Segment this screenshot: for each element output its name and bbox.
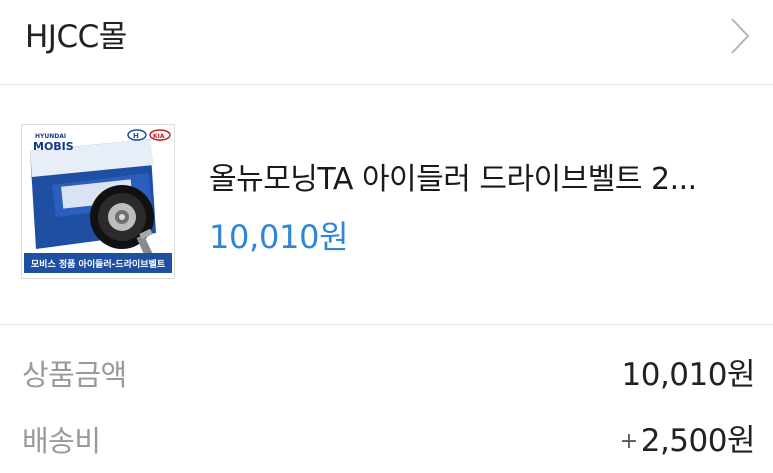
chevron-right-icon[interactable]: [729, 17, 751, 55]
shipping-label: 배송비: [22, 424, 101, 458]
summary-row-shipping: 배송비 +2,500원: [0, 413, 773, 473]
svg-text:H: H: [133, 132, 139, 140]
thumbnail-brand: MOBIS: [33, 140, 74, 153]
product-item[interactable]: HYUNDAI MOBIS H KIA 모비스 정품 아이들러-드라이브벨트 올…: [0, 85, 773, 325]
store-header[interactable]: HJCC몰: [0, 0, 773, 85]
subtotal-label: 상품금액: [22, 358, 127, 392]
subtotal-value: 10,010원: [619, 355, 756, 396]
thumbnail-brand-top: HYUNDAI: [35, 133, 66, 140]
product-thumbnail[interactable]: HYUNDAI MOBIS H KIA 모비스 정품 아이들러-드라이브벨트: [21, 124, 175, 279]
product-title[interactable]: 올뉴모닝TA 아이들러 드라이브벨트 2...: [209, 160, 754, 200]
summary-row-subtotal: 상품금액 10,010원: [0, 347, 773, 407]
shipping-amount: 2,500원: [640, 423, 756, 459]
shipping-prefix: +: [619, 429, 638, 454]
subtotal-amount: 10,010원: [621, 357, 756, 393]
product-price: 10,010원: [209, 218, 349, 256]
svg-text:KIA: KIA: [153, 133, 165, 140]
thumbnail-caption: 모비스 정품 아이들러-드라이브벨트: [31, 258, 166, 270]
product-image: HYUNDAI MOBIS H KIA 모비스 정품 아이들러-드라이브벨트: [22, 125, 174, 278]
store-name[interactable]: HJCC몰: [25, 17, 127, 57]
shipping-value: +2,500원: [619, 421, 756, 462]
order-summary-page: HJCC몰 HYUNDAI MOBIS H KIA 모비스 정품 아이들러-드라…: [0, 0, 773, 473]
